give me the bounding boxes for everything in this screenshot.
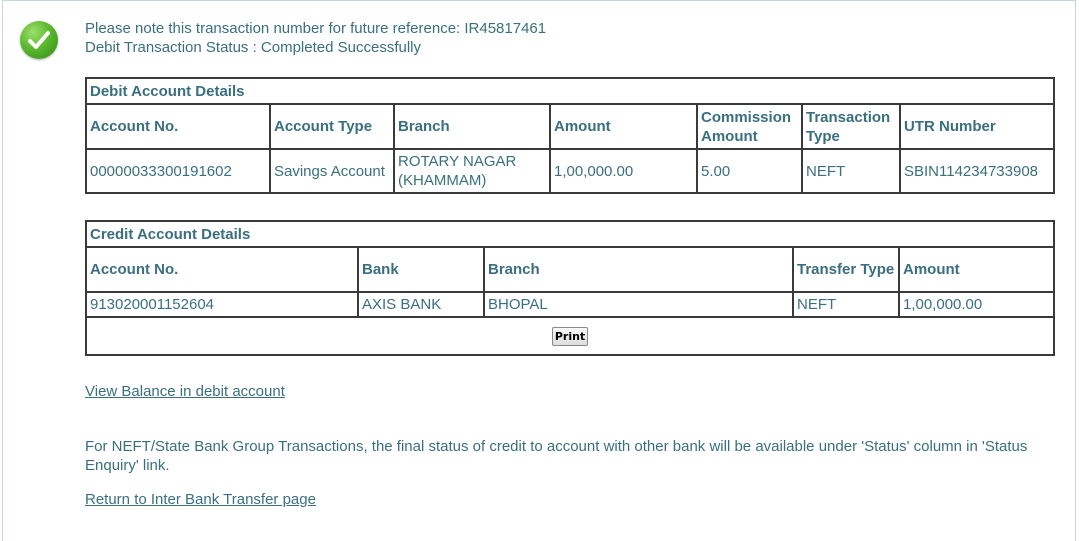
debit-account-table: Debit Account Details Account No. Accoun… <box>84 77 1056 194</box>
status-line: Debit Transaction Status : Completed Suc… <box>85 39 421 56</box>
column-header: Commission Amount <box>696 103 803 150</box>
return-to-transfer-link[interactable]: Return to Inter Bank Transfer page <box>85 491 316 508</box>
debit-header-row: Account No. Account Type Branch Amount C… <box>85 103 1056 150</box>
table-cell: SBIN114234733908 <box>898 148 1056 194</box>
reference-line: Please note this transaction number for … <box>85 20 547 37</box>
column-header: Transfer Type <box>792 246 900 293</box>
table-cell: BHOPAL <box>483 291 794 318</box>
table-row: 913020001152604 AXIS BANK BHOPAL NEFT 1,… <box>85 291 1056 318</box>
table-cell: NEFT <box>792 291 900 318</box>
column-header: Account Type <box>269 103 395 150</box>
column-header: Bank <box>357 246 485 293</box>
table-cell: 5.00 <box>696 148 803 194</box>
column-header: Branch <box>483 246 794 293</box>
column-header: Account No. <box>85 246 359 293</box>
checkmark-success-icon <box>20 21 58 59</box>
column-header: Transaction Type <box>801 103 901 150</box>
column-header: Branch <box>393 103 551 150</box>
table-cell: 1,00,000.00 <box>897 291 1056 318</box>
column-header: Account No. <box>85 103 271 150</box>
table-cell: AXIS BANK <box>357 291 485 318</box>
table-row: 00000033300191602 Savings Account ROTARY… <box>85 148 1056 194</box>
table-cell: ROTARY NAGAR (KHAMMAM) <box>393 148 551 194</box>
table-cell: Savings Account <box>269 148 395 194</box>
column-header: Amount <box>549 103 698 150</box>
print-button[interactable]: Print <box>551 327 589 346</box>
neft-status-note: For NEFT/State Bank Group Transactions, … <box>85 438 1028 474</box>
table-cell: 00000033300191602 <box>85 148 271 194</box>
debit-table-title: Debit Account Details <box>84 77 1056 105</box>
print-row: Print <box>84 316 1056 356</box>
credit-account-table: Credit Account Details Account No. Bank … <box>84 220 1056 356</box>
view-balance-link[interactable]: View Balance in debit account <box>85 383 285 400</box>
table-cell: 1,00,000.00 <box>549 148 698 194</box>
column-header: Amount <box>897 246 1056 293</box>
credit-header-row: Account No. Bank Branch Transfer Type Am… <box>85 246 1056 293</box>
status-message: Please note this transaction number for … <box>85 19 546 57</box>
credit-table-title: Credit Account Details <box>84 220 1056 248</box>
table-cell: 913020001152604 <box>85 291 359 318</box>
table-cell: NEFT <box>801 148 901 194</box>
column-header: UTR Number <box>898 103 1056 150</box>
